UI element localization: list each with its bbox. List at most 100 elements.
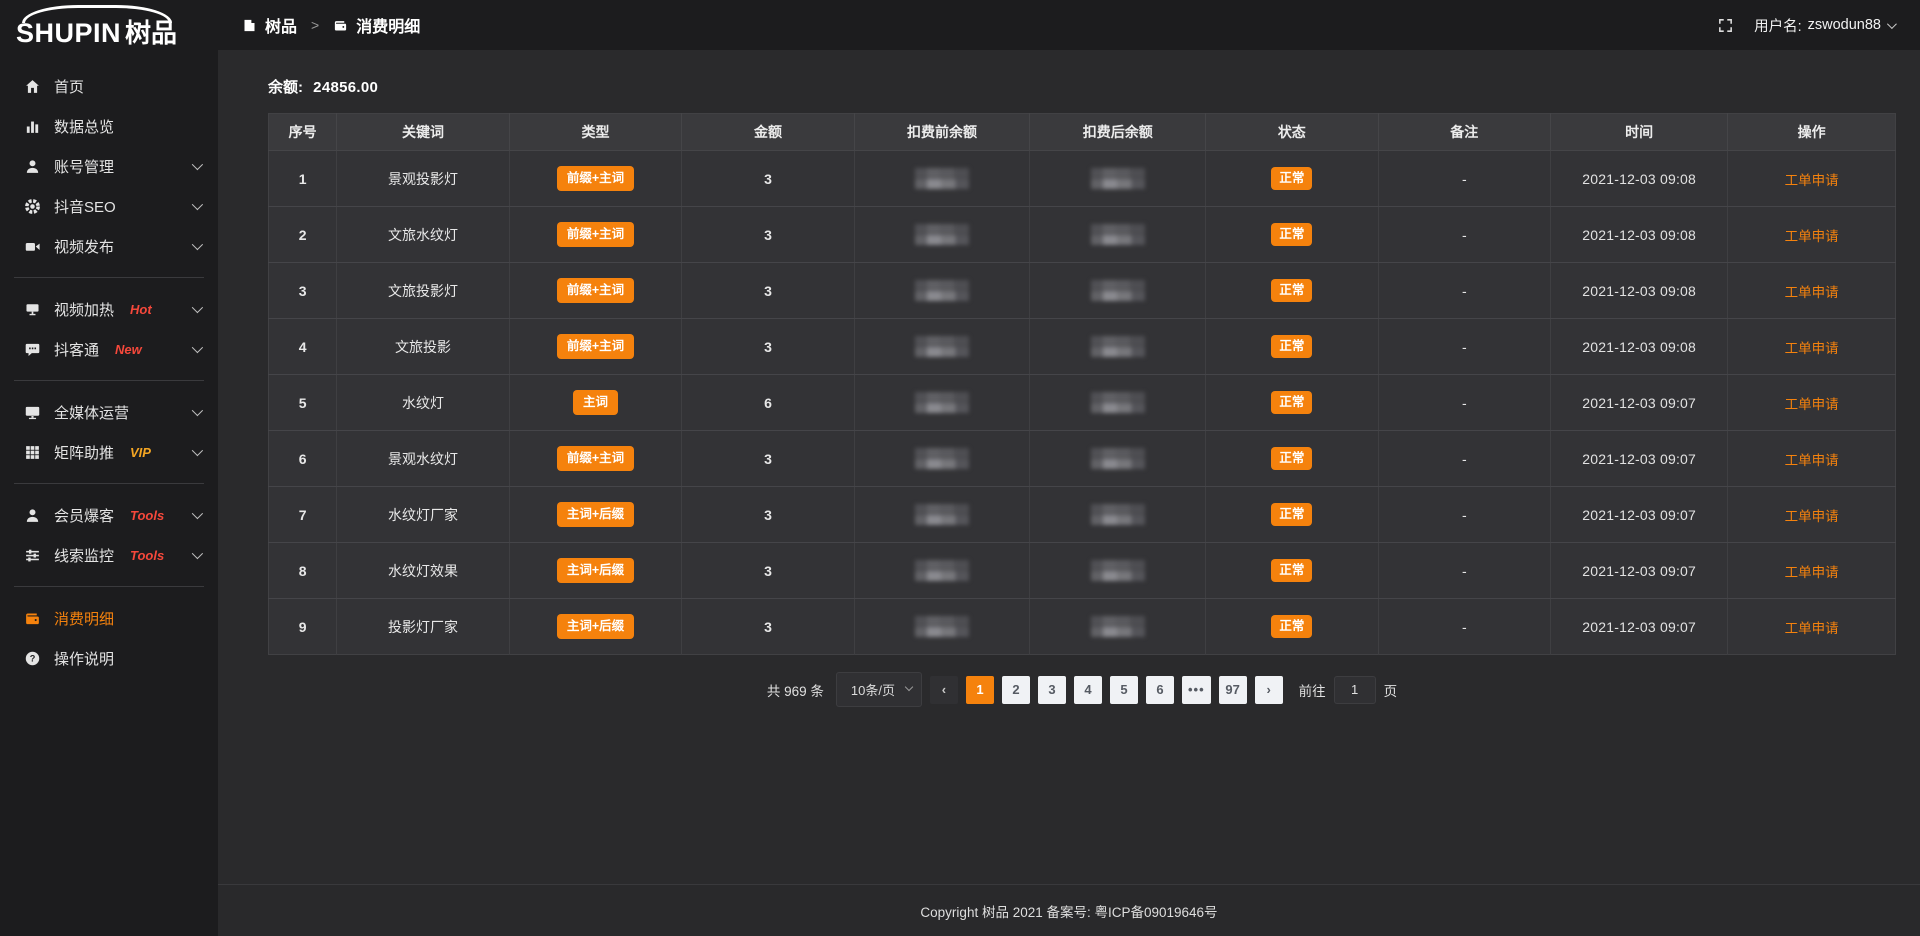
total-count: 共 969 条	[767, 680, 824, 700]
time-cell: 2021-12-03 09:08	[1551, 263, 1728, 319]
table-row: 6 景观水纹灯 前缀+主词 3 正常 - 2021-12-03 09:07 工单…	[269, 431, 1896, 487]
note-cell: -	[1378, 375, 1550, 431]
page-size-select[interactable]: 10条/页	[836, 672, 922, 707]
pre-balance-cell	[854, 431, 1030, 487]
table-header-row: 序号关键词类型金额扣费前余额扣费后余额状态备注时间操作	[269, 114, 1896, 151]
amount-cell: 3	[682, 151, 854, 207]
page-button-5[interactable]: 5	[1110, 676, 1138, 704]
ticket-apply-link[interactable]: 工单申请	[1785, 341, 1839, 356]
username-value: zswodun88	[1808, 17, 1881, 33]
breadcrumb-separator: >	[311, 17, 319, 33]
amount-cell: 3	[682, 263, 854, 319]
ticket-apply-link[interactable]: 工单申请	[1785, 621, 1839, 636]
time-cell: 2021-12-03 09:07	[1551, 543, 1728, 599]
sidebar-item-member-burst[interactable]: 会员爆客 Tools	[0, 495, 218, 535]
redacted-balance	[915, 616, 969, 637]
note-cell: -	[1378, 431, 1550, 487]
chart-icon	[24, 118, 41, 135]
ticket-apply-link[interactable]: 工单申请	[1785, 397, 1839, 412]
keyword-cell: 文旅投影灯	[337, 263, 509, 319]
sidebar-item-data-overview[interactable]: 数据总览	[0, 106, 218, 146]
sidebar-item-operation-guide[interactable]: 操作说明	[0, 638, 218, 678]
status-cell: 正常	[1206, 543, 1378, 599]
note-cell: -	[1378, 599, 1550, 655]
amount-cell: 3	[682, 319, 854, 375]
wallet-icon	[24, 610, 41, 627]
ticket-apply-link[interactable]: 工单申请	[1785, 285, 1839, 300]
sidebar-item-account-manage[interactable]: 账号管理	[0, 146, 218, 186]
next-page-button[interactable]: ›	[1255, 676, 1283, 704]
post-balance-cell	[1030, 375, 1206, 431]
sidebar-item-label: 操作说明	[54, 648, 114, 669]
amount-cell: 3	[682, 543, 854, 599]
sidebar-item-label: 线索监控	[54, 545, 114, 566]
breadcrumb-doc-icon	[242, 18, 257, 33]
pre-balance-cell	[854, 207, 1030, 263]
page-button-2[interactable]: 2	[1002, 676, 1030, 704]
sidebar-item-video-publish[interactable]: 视频发布	[0, 226, 218, 266]
keyword-cell: 水纹灯厂家	[337, 487, 509, 543]
ticket-apply-link[interactable]: 工单申请	[1785, 453, 1839, 468]
post-balance-cell	[1030, 263, 1206, 319]
chevron-down-icon	[192, 445, 203, 456]
redacted-balance	[915, 504, 969, 525]
page-buttons: 123456 ••• 97	[966, 676, 1247, 704]
type-cell: 主词+后缀	[509, 599, 681, 655]
seq-cell: 3	[269, 263, 337, 319]
column-header: 序号	[269, 114, 337, 151]
chevron-down-icon	[905, 683, 913, 691]
action-cell: 工单申请	[1728, 263, 1896, 319]
page-more-button[interactable]: •••	[1182, 676, 1211, 704]
redacted-balance	[915, 448, 969, 469]
page-button-97[interactable]: 97	[1219, 676, 1247, 704]
ticket-apply-link[interactable]: 工单申请	[1785, 229, 1839, 244]
footer: Copyright 树品 2021 备案号: 粤ICP备09019646号	[218, 884, 1920, 936]
sidebar-item-video-heating[interactable]: 视频加热 Hot	[0, 289, 218, 329]
action-cell: 工单申请	[1728, 431, 1896, 487]
status-badge: 正常	[1271, 503, 1312, 526]
status-cell: 正常	[1206, 375, 1378, 431]
page-button-3[interactable]: 3	[1038, 676, 1066, 704]
chevron-down-icon	[192, 508, 203, 519]
column-header: 备注	[1378, 114, 1550, 151]
prev-page-button[interactable]: ‹	[930, 676, 958, 704]
status-cell: 正常	[1206, 319, 1378, 375]
sidebar-item-home[interactable]: 首页	[0, 66, 218, 106]
redacted-balance	[1091, 168, 1145, 189]
user-menu-trigger[interactable]: 用户名: zswodun88	[1754, 15, 1894, 36]
sidebar-item-douketong[interactable]: 抖客通 New	[0, 329, 218, 369]
page-button-6[interactable]: 6	[1146, 676, 1174, 704]
seq-cell: 6	[269, 431, 337, 487]
sidebar-item-tag: Hot	[130, 302, 152, 317]
goto-page-input[interactable]	[1334, 676, 1376, 704]
status-badge: 正常	[1271, 223, 1312, 246]
page-button-4[interactable]: 4	[1074, 676, 1102, 704]
table-row: 3 文旅投影灯 前缀+主词 3 正常 - 2021-12-03 09:08 工单…	[269, 263, 1896, 319]
sidebar-item-douyin-seo[interactable]: 抖音SEO	[0, 186, 218, 226]
fullscreen-icon[interactable]	[1717, 17, 1734, 34]
amount-cell: 3	[682, 487, 854, 543]
column-header: 扣费前余额	[854, 114, 1030, 151]
redacted-balance	[1091, 504, 1145, 525]
status-cell: 正常	[1206, 599, 1378, 655]
status-badge: 正常	[1271, 335, 1312, 358]
breadcrumb-current: 消费明细	[356, 13, 420, 37]
sidebar-item-lead-monitor[interactable]: 线索监控 Tools	[0, 535, 218, 575]
sidebar-item-matrix-boost[interactable]: 矩阵助推 VIP	[0, 432, 218, 472]
type-badge: 前缀+主词	[557, 446, 634, 471]
ticket-apply-link[interactable]: 工单申请	[1785, 509, 1839, 524]
video-icon	[24, 238, 41, 255]
breadcrumb-root[interactable]: 树品	[265, 13, 297, 37]
redacted-balance	[915, 336, 969, 357]
type-cell: 主词	[509, 375, 681, 431]
ticket-apply-link[interactable]: 工单申请	[1785, 173, 1839, 188]
type-badge: 主词	[573, 390, 618, 415]
pre-balance-cell	[854, 599, 1030, 655]
ticket-apply-link[interactable]: 工单申请	[1785, 565, 1839, 580]
sidebar-divider	[14, 277, 204, 278]
page-button-1[interactable]: 1	[966, 676, 994, 704]
column-header: 类型	[509, 114, 681, 151]
sidebar-item-all-media-ops[interactable]: 全媒体运营	[0, 392, 218, 432]
redacted-balance	[1091, 560, 1145, 581]
sidebar-item-consumption-detail[interactable]: 消费明细	[0, 598, 218, 638]
